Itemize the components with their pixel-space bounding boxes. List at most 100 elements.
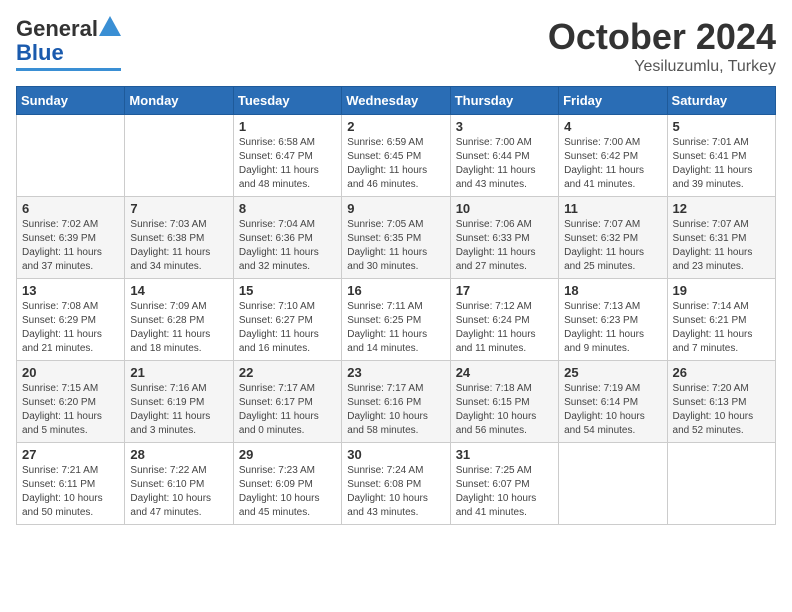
calendar-cell: 26 Sunrise: 7:20 AM Sunset: 6:13 PM Dayli… [667,361,775,443]
calendar-cell: 11Sunrise: 7:07 AM Sunset: 6:32 PM Dayli… [559,197,667,279]
calendar-header-thursday: Thursday [450,87,558,115]
day-number: 25 [564,365,661,380]
calendar-cell: 8 Sunrise: 7:04 AM Sunset: 6:36 PM Daylig… [233,197,341,279]
day-info: Sunrise: 7:00 AM Sunset: 6:42 PM Dayligh… [564,136,661,192]
calendar-header-tuesday: Tuesday [233,87,341,115]
day-info: Sunrise: 7:18 AM Sunset: 6:15 PM Dayligh… [456,382,553,438]
location: Yesiluzumlu, Turkey [548,58,776,76]
logo-blue-text: Blue [16,40,64,66]
page-header: General Blue October 2024 Yesiluzumlu, T… [16,16,776,76]
calendar-cell: 27Sunrise: 7:21 AM Sunset: 6:11 PM Dayli… [17,443,125,525]
day-number: 6 [22,201,119,216]
logo-underline [16,68,121,71]
day-number: 8 [239,201,336,216]
day-number: 23 [347,365,444,380]
day-info: Sunrise: 7:20 AM Sunset: 6:13 PM Dayligh… [673,382,770,438]
calendar-header-saturday: Saturday [667,87,775,115]
calendar-cell: 5 Sunrise: 7:01 AM Sunset: 6:41 PM Daylig… [667,115,775,197]
calendar-cell: 20 Sunrise: 7:15 AM Sunset: 6:20 PM Dayli… [17,361,125,443]
calendar-cell: 22Sunrise: 7:17 AM Sunset: 6:17 PM Dayli… [233,361,341,443]
day-info: Sunrise: 7:08 AM Sunset: 6:29 PM Dayligh… [22,300,119,356]
calendar-cell: 12 Sunrise: 7:07 AM Sunset: 6:31 PM Dayli… [667,197,775,279]
day-info: Sunrise: 7:10 AM Sunset: 6:27 PM Dayligh… [239,300,336,356]
calendar-week-1: 1 Sunrise: 6:58 AM Sunset: 6:47 PM Daylig… [17,115,776,197]
day-info: Sunrise: 7:17 AM Sunset: 6:16 PM Dayligh… [347,382,444,438]
day-info: Sunrise: 7:04 AM Sunset: 6:36 PM Dayligh… [239,218,336,274]
logo-general-text: General [16,16,98,42]
day-info: Sunrise: 7:12 AM Sunset: 6:24 PM Dayligh… [456,300,553,356]
day-number: 10 [456,201,553,216]
day-number: 1 [239,119,336,134]
day-number: 5 [673,119,770,134]
day-info: Sunrise: 7:25 AM Sunset: 6:07 PM Dayligh… [456,464,553,520]
day-info: Sunrise: 7:23 AM Sunset: 6:09 PM Dayligh… [239,464,336,520]
calendar-cell: 2 Sunrise: 6:59 AM Sunset: 6:45 PM Daylig… [342,115,450,197]
day-number: 17 [456,283,553,298]
calendar-cell [17,115,125,197]
day-info: Sunrise: 6:58 AM Sunset: 6:47 PM Dayligh… [239,136,336,192]
calendar-header-wednesday: Wednesday [342,87,450,115]
day-number: 22 [239,365,336,380]
day-info: Sunrise: 7:01 AM Sunset: 6:41 PM Dayligh… [673,136,770,192]
day-number: 2 [347,119,444,134]
day-number: 9 [347,201,444,216]
day-number: 26 [673,365,770,380]
day-info: Sunrise: 7:13 AM Sunset: 6:23 PM Dayligh… [564,300,661,356]
day-info: Sunrise: 7:15 AM Sunset: 6:20 PM Dayligh… [22,382,119,438]
calendar-cell: 31 Sunrise: 7:25 AM Sunset: 6:07 PM Dayli… [450,443,558,525]
day-number: 12 [673,201,770,216]
day-number: 13 [22,283,119,298]
day-number: 27 [22,447,119,462]
calendar-cell: 9Sunrise: 7:05 AM Sunset: 6:35 PM Daylig… [342,197,450,279]
calendar-header-row: SundayMondayTuesdayWednesdayThursdayFrid… [17,87,776,115]
day-info: Sunrise: 7:06 AM Sunset: 6:33 PM Dayligh… [456,218,553,274]
calendar-week-3: 13 Sunrise: 7:08 AM Sunset: 6:29 PM Dayli… [17,279,776,361]
day-number: 7 [130,201,227,216]
calendar-header-monday: Monday [125,87,233,115]
calendar-cell: 6 Sunrise: 7:02 AM Sunset: 6:39 PM Daylig… [17,197,125,279]
day-info: Sunrise: 7:11 AM Sunset: 6:25 PM Dayligh… [347,300,444,356]
calendar-cell: 25 Sunrise: 7:19 AM Sunset: 6:14 PM Dayli… [559,361,667,443]
title-section: October 2024 Yesiluzumlu, Turkey [548,16,776,76]
day-number: 14 [130,283,227,298]
day-number: 24 [456,365,553,380]
calendar-header-sunday: Sunday [17,87,125,115]
calendar-cell: 21Sunrise: 7:16 AM Sunset: 6:19 PM Dayli… [125,361,233,443]
day-number: 18 [564,283,661,298]
calendar-cell: 13 Sunrise: 7:08 AM Sunset: 6:29 PM Dayli… [17,279,125,361]
logo: General Blue [16,16,121,71]
calendar-cell: 18 Sunrise: 7:13 AM Sunset: 6:23 PM Dayli… [559,279,667,361]
month-title: October 2024 [548,16,776,58]
day-info: Sunrise: 7:22 AM Sunset: 6:10 PM Dayligh… [130,464,227,520]
day-info: Sunrise: 6:59 AM Sunset: 6:45 PM Dayligh… [347,136,444,192]
calendar-cell: 24 Sunrise: 7:18 AM Sunset: 6:15 PM Dayli… [450,361,558,443]
day-number: 4 [564,119,661,134]
day-number: 16 [347,283,444,298]
calendar-table: SundayMondayTuesdayWednesdayThursdayFrid… [16,86,776,525]
day-info: Sunrise: 7:19 AM Sunset: 6:14 PM Dayligh… [564,382,661,438]
calendar-cell: 3 Sunrise: 7:00 AM Sunset: 6:44 PM Daylig… [450,115,558,197]
day-number: 28 [130,447,227,462]
day-info: Sunrise: 7:03 AM Sunset: 6:38 PM Dayligh… [130,218,227,274]
calendar-cell: 16 Sunrise: 7:11 AM Sunset: 6:25 PM Dayli… [342,279,450,361]
calendar-cell [559,443,667,525]
day-number: 30 [347,447,444,462]
day-number: 31 [456,447,553,462]
day-info: Sunrise: 7:24 AM Sunset: 6:08 PM Dayligh… [347,464,444,520]
day-info: Sunrise: 7:07 AM Sunset: 6:32 PM Dayligh… [564,218,661,274]
calendar-cell: 4 Sunrise: 7:00 AM Sunset: 6:42 PM Daylig… [559,115,667,197]
day-number: 3 [456,119,553,134]
calendar-cell: 17 Sunrise: 7:12 AM Sunset: 6:24 PM Dayli… [450,279,558,361]
day-info: Sunrise: 7:02 AM Sunset: 6:39 PM Dayligh… [22,218,119,274]
calendar-cell: 28 Sunrise: 7:22 AM Sunset: 6:10 PM Dayli… [125,443,233,525]
day-info: Sunrise: 7:07 AM Sunset: 6:31 PM Dayligh… [673,218,770,274]
calendar-cell: 15 Sunrise: 7:10 AM Sunset: 6:27 PM Dayli… [233,279,341,361]
calendar-cell: 10 Sunrise: 7:06 AM Sunset: 6:33 PM Dayli… [450,197,558,279]
calendar-cell: 29 Sunrise: 7:23 AM Sunset: 6:09 PM Dayli… [233,443,341,525]
day-info: Sunrise: 7:00 AM Sunset: 6:44 PM Dayligh… [456,136,553,192]
day-info: Sunrise: 7:09 AM Sunset: 6:28 PM Dayligh… [130,300,227,356]
day-number: 20 [22,365,119,380]
day-number: 29 [239,447,336,462]
calendar-cell: 1 Sunrise: 6:58 AM Sunset: 6:47 PM Daylig… [233,115,341,197]
day-number: 15 [239,283,336,298]
